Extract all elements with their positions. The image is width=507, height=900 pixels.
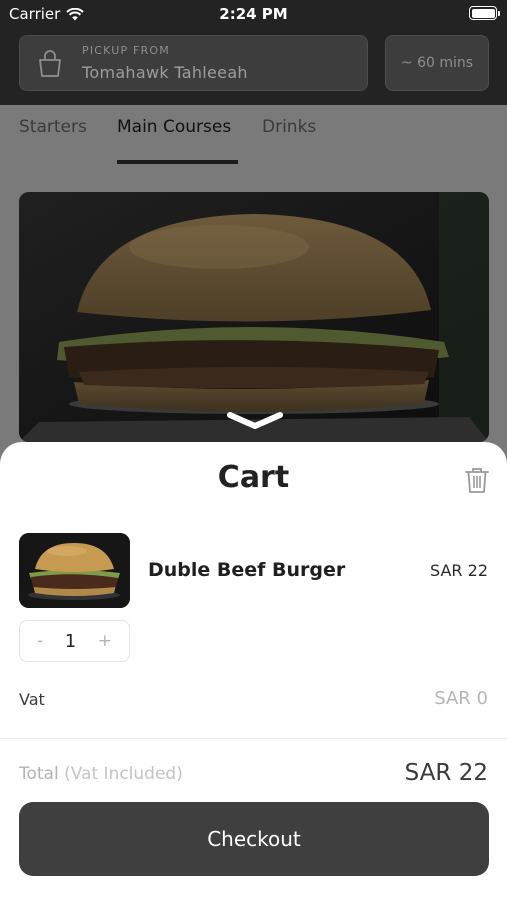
category-tabs: Starters Main Courses Drinks [0, 105, 507, 165]
quantity-value: 1 [64, 630, 77, 652]
eta-badge[interactable]: ~ 60 mins [385, 35, 489, 91]
increase-quantity-button[interactable]: + [98, 631, 112, 651]
pickup-label: PICKUP FROM [82, 44, 170, 57]
tab-drinks[interactable]: Drinks [262, 117, 316, 137]
quantity-stepper: - 1 + [19, 620, 130, 662]
header: Carrier 2:24 PM PICKUP FROM Tomahawk Tah… [0, 0, 507, 105]
product-hero-image [19, 192, 489, 442]
pickup-store-name: Tomahawk Tahleeah [82, 63, 248, 82]
trash-icon[interactable] [464, 466, 490, 494]
total-label-text: Total [19, 764, 59, 784]
checkout-button[interactable]: Checkout [19, 802, 489, 876]
cart-item-price: SAR 22 [430, 561, 488, 580]
cart-item-image [19, 533, 130, 608]
total-value: SAR 22 [404, 760, 488, 786]
cart-title: Cart [217, 460, 290, 495]
divider [0, 738, 507, 739]
tab-main-courses[interactable]: Main Courses [117, 117, 231, 137]
battery-icon [469, 6, 500, 20]
chevron-down-icon[interactable] [226, 409, 284, 433]
clock: 2:24 PM [219, 5, 288, 23]
vat-value: SAR 0 [434, 688, 488, 709]
decrease-quantity-button[interactable]: - [37, 631, 43, 651]
pickup-location-card[interactable]: PICKUP FROM Tomahawk Tahleeah [19, 35, 368, 91]
vat-label: Vat [19, 690, 45, 709]
total-sublabel: (Vat Included) [64, 764, 183, 784]
status-bar: Carrier 2:24 PM [0, 0, 507, 28]
cart-sheet: Cart Duble Beef Burger SAR 22 - 1 + Vat … [0, 442, 507, 900]
tab-indicator [117, 160, 238, 164]
tab-starters[interactable]: Starters [19, 117, 87, 137]
total-label: Total (Vat Included) [19, 764, 183, 784]
shopping-bag-icon [39, 50, 61, 77]
cart-item-name: Duble Beef Burger [148, 559, 346, 581]
